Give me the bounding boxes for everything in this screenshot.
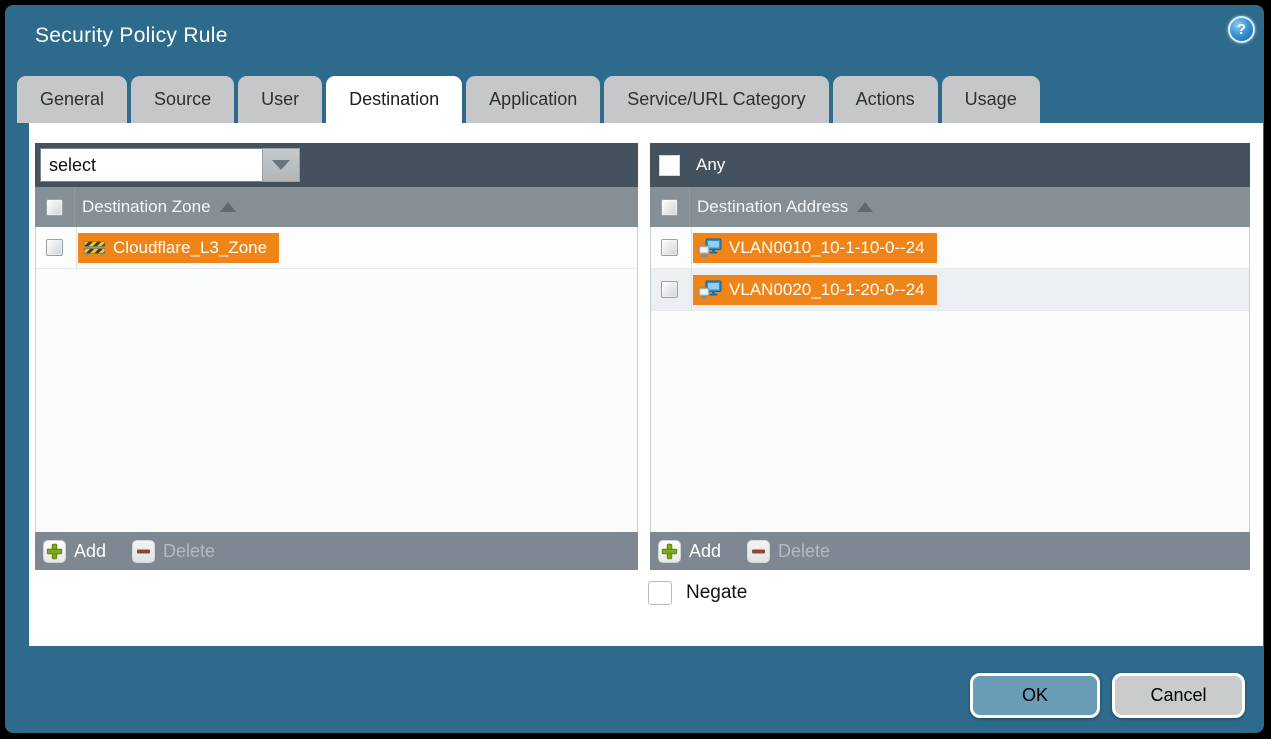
address-chip[interactable]: VLAN0020_10-1-20-0--24 [693, 275, 937, 305]
address-row-checkbox[interactable] [661, 281, 678, 298]
help-icon[interactable]: ? [1228, 16, 1255, 43]
network-icon [698, 280, 722, 300]
tab-service-url-category[interactable]: Service/URL Category [604, 76, 828, 123]
tab-source[interactable]: Source [131, 76, 234, 123]
address-column-header[interactable]: Destination Address [650, 187, 1250, 227]
address-name: VLAN0010_10-1-10-0--24 [729, 238, 925, 258]
negate-label: Negate [686, 582, 747, 604]
address-select-all-checkbox[interactable] [661, 199, 678, 216]
destination-address-panel: Any Destination Address [650, 143, 1250, 570]
address-row[interactable]: VLAN0020_10-1-20-0--24 [651, 269, 1249, 311]
column-divider [76, 227, 77, 268]
address-panel-header: Any [650, 143, 1250, 187]
security-policy-rule-dialog: Security Policy Rule ? General Source Us… [5, 5, 1264, 733]
tab-user[interactable]: User [238, 76, 322, 123]
zone-row[interactable]: Cloudflare_L3_Zone [36, 227, 637, 269]
destination-zone-panel: Destination Zone [35, 143, 638, 570]
address-delete-button[interactable]: Delete [747, 540, 830, 563]
add-label: Add [74, 541, 106, 562]
address-panel-footer: Add Delete [650, 532, 1250, 570]
zone-select-all-checkbox[interactable] [46, 199, 63, 216]
any-label: Any [696, 155, 725, 175]
negate-checkbox[interactable] [648, 581, 672, 605]
address-add-button[interactable]: Add [658, 540, 721, 563]
zone-delete-button[interactable]: Delete [132, 540, 215, 563]
tab-destination[interactable]: Destination [326, 76, 462, 123]
column-divider [74, 187, 75, 227]
zone-select-input[interactable] [40, 148, 262, 182]
zone-select-dropdown-button[interactable] [262, 148, 300, 182]
address-list: VLAN0010_10-1-10-0--24 [650, 227, 1250, 532]
zone-panel-footer: Add Delete [35, 532, 638, 570]
add-label: Add [689, 541, 721, 562]
sort-asc-icon [857, 202, 873, 212]
ok-button[interactable]: OK [970, 673, 1100, 718]
zone-list: Cloudflare_L3_Zone [35, 227, 638, 532]
tab-bar: General Source User Destination Applicat… [17, 76, 1040, 123]
zone-name: Cloudflare_L3_Zone [113, 238, 267, 258]
delete-icon [747, 540, 770, 563]
cancel-button[interactable]: Cancel [1112, 673, 1245, 718]
tab-usage[interactable]: Usage [942, 76, 1040, 123]
network-icon [698, 238, 722, 258]
tab-application[interactable]: Application [466, 76, 600, 123]
dialog-title: Security Policy Rule [35, 24, 228, 48]
zone-column-header[interactable]: Destination Zone [35, 187, 638, 227]
address-name: VLAN0020_10-1-20-0--24 [729, 280, 925, 300]
delete-label: Delete [163, 541, 215, 562]
column-divider [689, 187, 690, 227]
zone-chip[interactable]: Cloudflare_L3_Zone [78, 233, 279, 263]
zone-panel-header [35, 143, 638, 187]
chevron-down-icon [272, 160, 290, 170]
zone-select-combobox [40, 148, 300, 182]
screenshot-stage: Security Policy Rule ? General Source Us… [0, 0, 1271, 739]
tab-general[interactable]: General [17, 76, 127, 123]
sort-asc-icon [220, 202, 236, 212]
zone-add-button[interactable]: Add [43, 540, 106, 563]
address-chip[interactable]: VLAN0010_10-1-10-0--24 [693, 233, 937, 263]
zone-icon [83, 239, 106, 257]
address-row-checkbox[interactable] [661, 239, 678, 256]
column-divider [691, 269, 692, 310]
zone-row-checkbox[interactable] [46, 239, 63, 256]
delete-icon [132, 540, 155, 563]
add-icon [658, 540, 681, 563]
column-divider [691, 227, 692, 268]
zone-column-label: Destination Zone [82, 197, 211, 217]
delete-label: Delete [778, 541, 830, 562]
negate-option: Negate [648, 581, 747, 605]
any-checkbox[interactable] [659, 155, 680, 176]
address-column-label: Destination Address [697, 197, 848, 217]
destination-tab-content: Destination Zone [29, 123, 1263, 646]
address-row[interactable]: VLAN0010_10-1-10-0--24 [651, 227, 1249, 269]
tab-actions[interactable]: Actions [833, 76, 938, 123]
add-icon [43, 540, 66, 563]
